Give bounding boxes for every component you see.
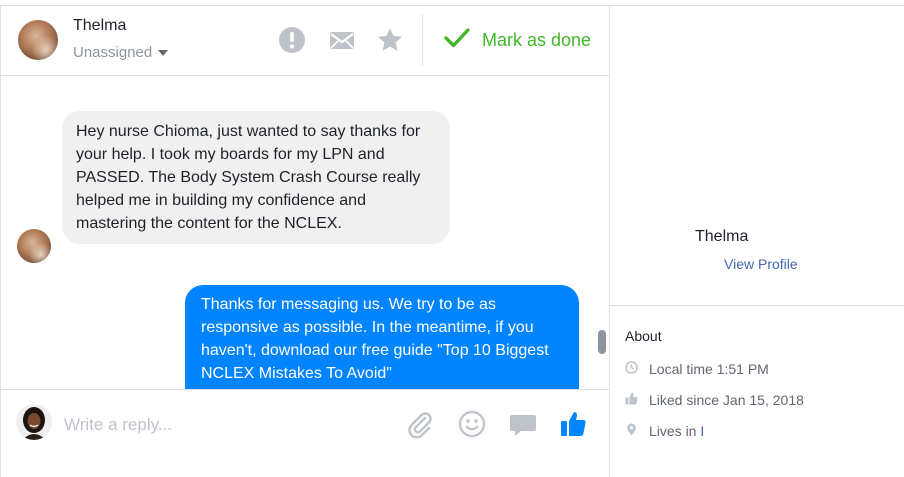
outgoing-message: Thanks for messaging us. We try to be as… <box>185 285 579 389</box>
reply-composer <box>1 389 610 477</box>
speech-bubble-icon[interactable] <box>508 409 538 439</box>
lives-in-link[interactable]: I <box>700 423 704 439</box>
smiley-icon[interactable] <box>457 409 487 439</box>
clock-icon <box>625 361 638 377</box>
mark-as-done-button[interactable]: Mark as done <box>444 26 591 54</box>
checkmark-icon <box>444 27 470 54</box>
envelope-icon[interactable] <box>328 26 356 54</box>
header-divider <box>422 14 423 66</box>
assignment-dropdown[interactable]: Unassigned <box>73 44 169 61</box>
lives-in-label: Lives in <box>649 423 701 439</box>
profile-divider <box>610 305 904 306</box>
lives-in-text: Lives in I <box>649 423 704 439</box>
star-icon[interactable] <box>376 26 404 54</box>
incoming-message: Hey nurse Chioma, just wanted to say tha… <box>62 111 450 244</box>
contact-name[interactable]: Thelma <box>73 17 126 35</box>
lives-in-row: Lives in I <box>625 423 704 439</box>
location-pin-icon <box>625 423 638 439</box>
thumbs-up-icon[interactable] <box>558 409 588 439</box>
message-thread[interactable]: Hey nurse Chioma, just wanted to say tha… <box>1 76 610 389</box>
chevron-down-icon <box>158 50 169 57</box>
sender-avatar <box>17 229 51 263</box>
liked-since-text: Liked since Jan 15, 2018 <box>649 392 804 408</box>
profile-panel: Thelma View Profile About Local time 1:5… <box>609 5 904 477</box>
agent-avatar <box>16 404 52 440</box>
paperclip-icon[interactable] <box>405 409 435 439</box>
assignment-label: Unassigned <box>73 44 153 61</box>
reply-input[interactable] <box>62 409 386 441</box>
view-profile-link[interactable]: View Profile <box>724 256 798 272</box>
contact-avatar[interactable] <box>18 20 58 60</box>
conversation-panel: Thelma Unassigned Mark as done Hey nurse… <box>0 5 610 477</box>
local-time-text: Local time 1:51 PM <box>649 361 769 377</box>
exclamation-icon[interactable] <box>278 26 306 54</box>
about-heading: About <box>625 328 662 344</box>
local-time-row: Local time 1:51 PM <box>625 361 769 377</box>
liked-since-row: Liked since Jan 15, 2018 <box>625 392 804 408</box>
thumbs-up-icon <box>625 392 638 408</box>
scrollbar-thumb[interactable] <box>598 330 606 354</box>
profile-name: Thelma <box>695 228 749 245</box>
mark-as-done-label: Mark as done <box>482 29 592 50</box>
conversation-header: Thelma Unassigned Mark as done <box>1 6 610 76</box>
